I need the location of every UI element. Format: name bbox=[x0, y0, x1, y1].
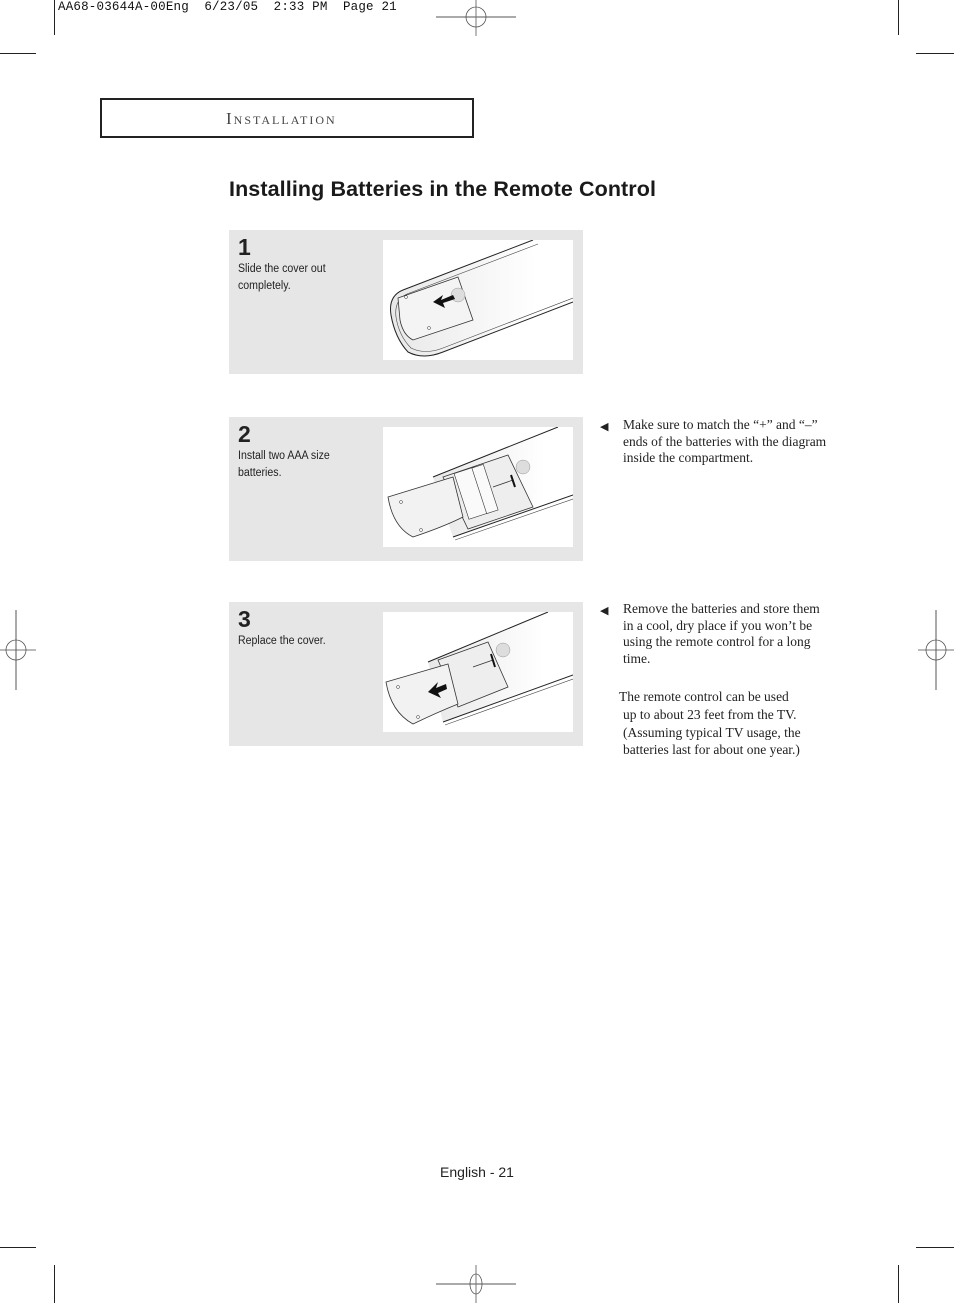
step-panel-1: 1 Slide the cover out completely. bbox=[229, 230, 583, 374]
section-title-rest: NSTALLATION bbox=[233, 113, 337, 127]
remote-battery-install-illustration bbox=[383, 427, 573, 547]
note-text: Make sure to match the “+” and “–” ends … bbox=[623, 417, 827, 465]
registration-mark-icon bbox=[918, 610, 954, 690]
step-text: Replace the cover. bbox=[238, 635, 326, 647]
note-battery-storage: ◀ Remove the batteries and store them in… bbox=[600, 601, 830, 667]
registration-mark-icon bbox=[436, 0, 516, 36]
crop-mark bbox=[54, 1265, 55, 1303]
remote-range-note: The remote control can be used up to abo… bbox=[619, 688, 849, 759]
section-title: INSTALLATION bbox=[226, 109, 337, 129]
remote-cover-slide-out-illustration bbox=[383, 240, 573, 360]
step-number: 1 bbox=[238, 234, 251, 260]
step-panel-3: 3 Replace the cover. bbox=[229, 602, 583, 746]
range-note-line: (Assuming typical TV usage, the bbox=[623, 724, 801, 740]
page-title: Installing Batteries in the Remote Contr… bbox=[229, 177, 657, 201]
step-panel-2: 2 Install two AAA size batteries. bbox=[229, 417, 583, 561]
crop-mark bbox=[0, 1247, 36, 1248]
section-header: INSTALLATION bbox=[100, 98, 474, 138]
remote-cover-replace-illustration bbox=[383, 612, 573, 732]
crop-mark bbox=[898, 0, 899, 35]
crop-mark bbox=[0, 53, 36, 54]
crop-mark bbox=[916, 1247, 954, 1248]
step-number: 2 bbox=[238, 421, 251, 447]
registration-mark-icon bbox=[436, 1265, 516, 1303]
crop-mark bbox=[54, 0, 55, 35]
triangle-bullet-icon: ◀ bbox=[600, 605, 609, 617]
note-battery-polarity: ◀ Make sure to match the “+” and “–” end… bbox=[600, 417, 840, 467]
step-number: 3 bbox=[238, 606, 251, 632]
note-text: Remove the batteries and store them in a… bbox=[623, 601, 820, 666]
range-note-line: The remote control can be used bbox=[619, 689, 789, 704]
step-text: Slide the cover out completely. bbox=[238, 263, 326, 292]
page-footer: English - 21 bbox=[440, 1164, 514, 1180]
section-title-initial: I bbox=[226, 109, 234, 128]
step-text: Install two AAA size batteries. bbox=[238, 450, 330, 479]
range-note-line: up to about 23 feet from the TV. bbox=[623, 706, 797, 722]
crop-mark bbox=[916, 53, 954, 54]
registration-mark-icon bbox=[0, 610, 36, 690]
range-note-line: batteries last for about one year.) bbox=[623, 742, 800, 758]
crop-mark bbox=[898, 1265, 899, 1303]
print-slug: AA68-03644A-00Eng 6/23/05 2:33 PM Page 2… bbox=[58, 0, 397, 14]
triangle-bullet-icon: ◀ bbox=[600, 421, 609, 433]
